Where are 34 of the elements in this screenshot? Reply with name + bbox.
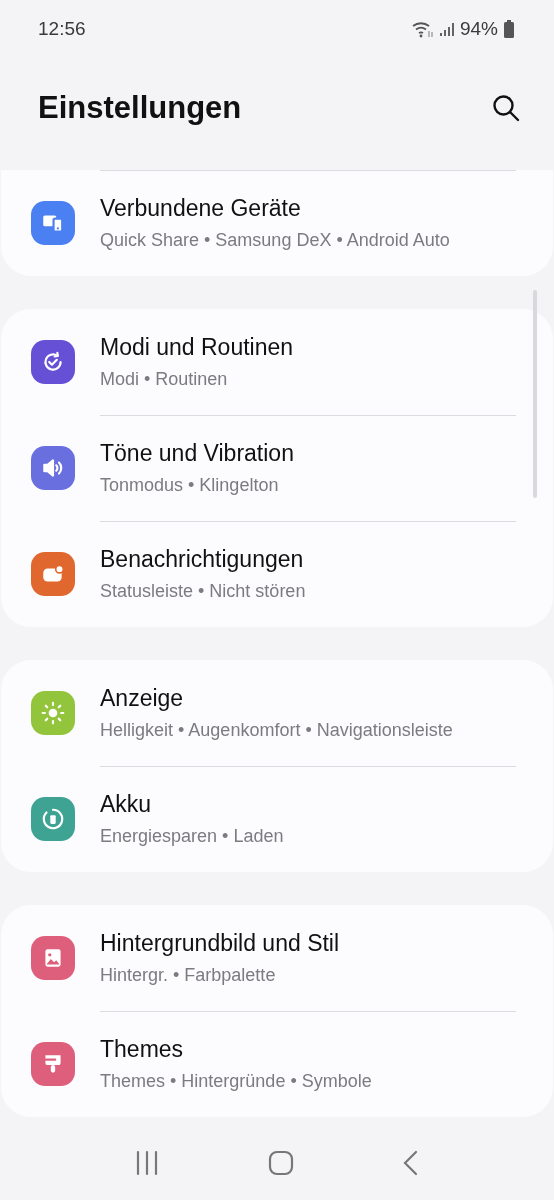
item-title: Töne und Vibration	[100, 439, 295, 467]
item-title: Verbundene Geräte	[100, 194, 302, 222]
signal-icon	[439, 21, 454, 37]
item-subtitle: Tonmodus • Klingelton	[100, 473, 280, 497]
item-title: Anzeige	[100, 684, 185, 712]
back-icon[interactable]	[403, 1149, 420, 1176]
settings-item[interactable]: Benachrichtigungen Statusleiste • Nicht stören	[1, 521, 553, 627]
item-title: Modi und Routinen	[100, 333, 295, 361]
item-subtitle: Modi • Routinen	[100, 367, 229, 391]
item-title: Themes	[100, 1035, 185, 1063]
item-subtitle: Helligkeit • Augenkomfort • Navigationsleiste	[100, 718, 454, 742]
home-icon[interactable]	[268, 1149, 294, 1176]
item-subtitle: Themes • Hintergründe • Symbole	[100, 1069, 373, 1093]
settings-item[interactable]: Themes Themes • Hintergründe • Symbole	[1, 1011, 553, 1117]
settings-item[interactable]: Töne und Vibration Tonmodus • Klingelton	[1, 415, 553, 521]
battery-icon	[504, 20, 514, 38]
item-title: Benachrichtigungen	[100, 545, 305, 573]
item-subtitle: Quick Share • Samsung DeX • Android Auto	[100, 228, 451, 252]
settings-item[interactable]: Anzeige Helligkeit • Augenkomfort • Navigationsleiste	[1, 660, 553, 766]
item-title: Akku	[100, 790, 153, 818]
item-subtitle: Statusleiste • Nicht stören	[100, 579, 307, 603]
item-subtitle: Energiesparen • Laden	[100, 824, 285, 848]
settings-item[interactable]: Verbundene Geräte Quick Share • Samsung DeX • Android Auto	[1, 170, 553, 276]
clock: 12:56	[38, 18, 86, 40]
recents-icon[interactable]	[134, 1149, 159, 1176]
item-title: Hintergrundbild und Stil	[100, 929, 341, 957]
page-title: Einstellungen	[38, 90, 242, 126]
battery-level: 94%	[459, 18, 498, 40]
search-icon[interactable]	[492, 94, 520, 122]
item-subtitle: Hintergr. • Farbpalette	[100, 963, 277, 987]
settings-item[interactable]: Modi und Routinen Modi • Routinen	[1, 309, 553, 415]
settings-item[interactable]: Akku Energiesparen • Laden	[1, 766, 553, 872]
wifi-icon	[411, 20, 434, 38]
settings-item[interactable]: Hintergrundbild und Stil Hintergr. • Farbpalette	[1, 905, 553, 1011]
